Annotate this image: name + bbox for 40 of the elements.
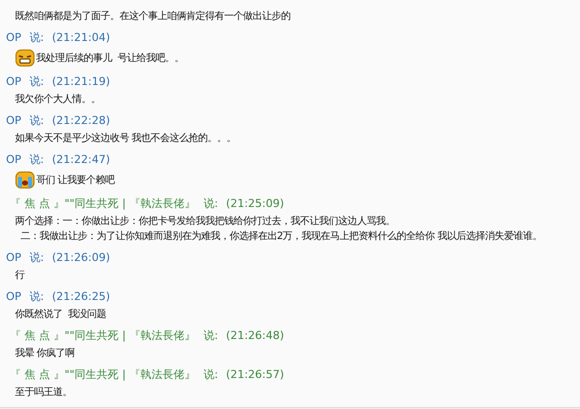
said-label: 说: [203, 368, 218, 382]
said-label: 说: [29, 31, 44, 45]
sender-name: 『 焦 点 』""同生共死 | 『執法長佬』 [10, 368, 196, 382]
message-text: 你既然说了 我没问题 [15, 308, 106, 322]
grinning-emoticon-icon [15, 48, 35, 68]
message-text: 如果今天不是平少这边收号 我也不会这么抢的。。。 [15, 132, 236, 146]
said-label: 说: [203, 329, 218, 343]
message-text: 我晕 你疯了啊 [15, 346, 75, 361]
message-time: (21:21:04) [52, 31, 110, 45]
message-text: 既然咱俩都是为了面子。在这个事上咱俩肯定得有一个做出让步的 [15, 10, 290, 24]
message-text: 哥们 让我要个赖吧 [36, 174, 115, 188]
message-time: (21:26:09) [52, 251, 110, 265]
message-text: 二：我做出让步：为了让你知难而退别在为难我，你选择在出2万，我现在马上把资料什么的全给你 我以后选择消失爱谁谁。 [19, 230, 542, 244]
said-label: 说: [29, 251, 44, 265]
sender-name: 『 焦 点 』""同生共死 | 『執法長佬』 [10, 329, 196, 343]
message-time: (21:25:09) [226, 197, 284, 211]
sender-name: OP [6, 31, 22, 45]
said-label: 说: [29, 75, 44, 89]
sender-name: OP [6, 114, 22, 128]
message-time: (21:26:57) [226, 368, 284, 382]
message-time: (21:26:25) [52, 290, 110, 304]
message-time: (21:22:28) [52, 114, 110, 128]
sender-name: 『 焦 点 』""同生共死 | 『執法長佬』 [10, 197, 196, 211]
crying-emoticon-icon [15, 170, 35, 190]
sender-name: OP [6, 251, 22, 265]
message-text: 两个选择：一：你做出让步：你把卡号发给我我把钱给你打过去，我不让我们这边人骂我。 [15, 214, 396, 229]
sender-name: OP [6, 290, 22, 304]
sender-name: OP [6, 75, 22, 89]
message-time: (21:26:48) [226, 329, 284, 343]
sender-name: OP [6, 153, 22, 167]
message-time: (21:21:19) [52, 75, 110, 89]
said-label: 说: [29, 153, 44, 167]
said-label: 说: [29, 114, 44, 128]
said-label: 说: [203, 197, 218, 211]
message-text: 行 [15, 269, 24, 283]
message-text: 至于吗王道。 [15, 386, 72, 400]
message-time: (21:22:47) [52, 153, 110, 167]
said-label: 说: [29, 290, 44, 304]
message-text: 我欠你个大人情。。 [15, 92, 100, 107]
message-text: 我处理后续的事儿 号让给我吧。。 [36, 52, 184, 66]
